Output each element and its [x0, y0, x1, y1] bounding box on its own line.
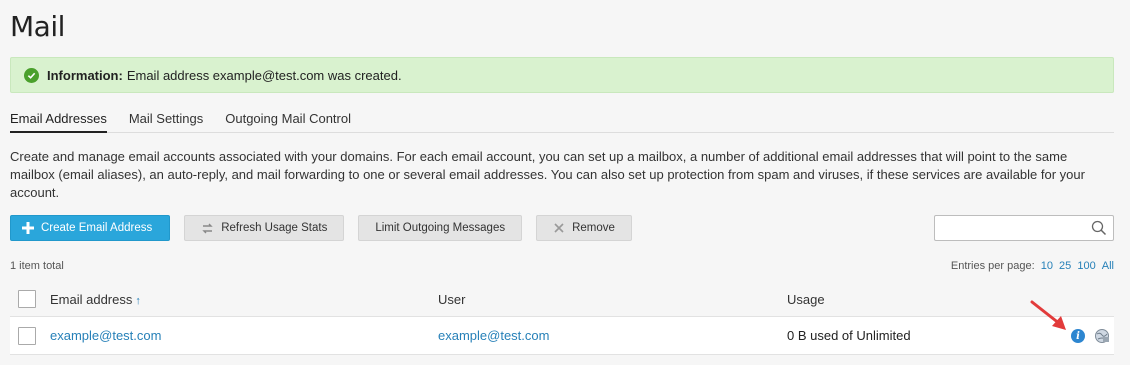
column-header-usage[interactable]: Usage [787, 292, 825, 307]
info-icon[interactable]: i [1071, 329, 1085, 343]
email-table: Email address ↑ User Usage example@test.c… [10, 282, 1114, 355]
user-link[interactable]: example@test.com [438, 328, 549, 343]
tab-mail-settings[interactable]: Mail Settings [129, 110, 203, 133]
row-checkbox[interactable] [18, 326, 36, 345]
search-input[interactable] [939, 217, 1089, 239]
items-total: 1 item total [10, 260, 64, 272]
refresh-icon [201, 222, 214, 235]
remove-label: Remove [572, 222, 615, 234]
entries-per-page: Entries per page: 10 25 100 All [951, 260, 1114, 272]
per-page-25-link[interactable]: 25 [1059, 260, 1071, 272]
webmail-globe-icon[interactable] [1094, 328, 1110, 347]
limit-outgoing-messages-button[interactable]: Limit Outgoing Messages [358, 215, 523, 241]
tab-bar: Email Addresses Mail Settings Outgoing M… [10, 110, 1114, 133]
remove-icon [553, 222, 565, 234]
table-row: example@test.com example@test.com 0 B us… [10, 317, 1114, 355]
remove-button[interactable]: Remove [536, 215, 632, 241]
search-icon[interactable] [1091, 220, 1107, 241]
message-text: Email address example@test.com was creat… [126, 67, 402, 83]
search-box [934, 215, 1114, 241]
create-email-address-label: Create Email Address [41, 222, 153, 234]
usage-value: 0 B used of Unlimited [787, 328, 911, 343]
column-header-user[interactable]: User [438, 292, 465, 307]
plus-icon [22, 222, 34, 234]
table-header: Email address ↑ User Usage [10, 282, 1114, 317]
column-header-email[interactable]: Email address ↑ [50, 292, 141, 307]
per-page-10-link[interactable]: 10 [1041, 260, 1053, 272]
toolbar: Create Email Address Refresh Usage Stats… [10, 215, 646, 241]
select-all-checkbox[interactable] [18, 290, 36, 308]
create-email-address-button[interactable]: Create Email Address [10, 215, 171, 241]
limit-outgoing-messages-label: Limit Outgoing Messages [375, 222, 506, 234]
page-description: Create and manage email accounts associa… [10, 149, 1085, 200]
red-arrow-annotation [1030, 300, 1066, 330]
entries-per-page-label: Entries per page: [950, 260, 1035, 272]
check-circle-icon [24, 67, 39, 83]
per-page-all-link[interactable]: All [1102, 260, 1114, 272]
refresh-usage-stats-button[interactable]: Refresh Usage Stats [184, 215, 345, 241]
email-link[interactable]: example@test.com [50, 328, 161, 343]
sort-asc-icon: ↑ [135, 294, 141, 307]
column-email-label: Email address [50, 291, 133, 307]
per-page-100-link[interactable]: 100 [1077, 260, 1095, 272]
page-title: Mail [10, 10, 65, 43]
tab-outgoing-mail-control[interactable]: Outgoing Mail Control [225, 110, 351, 133]
message-label: Information: [47, 67, 123, 83]
info-message: Information: Email address example@test.… [10, 57, 1114, 93]
refresh-usage-stats-label: Refresh Usage Stats [221, 222, 328, 234]
tab-email-addresses[interactable]: Email Addresses [10, 110, 107, 133]
